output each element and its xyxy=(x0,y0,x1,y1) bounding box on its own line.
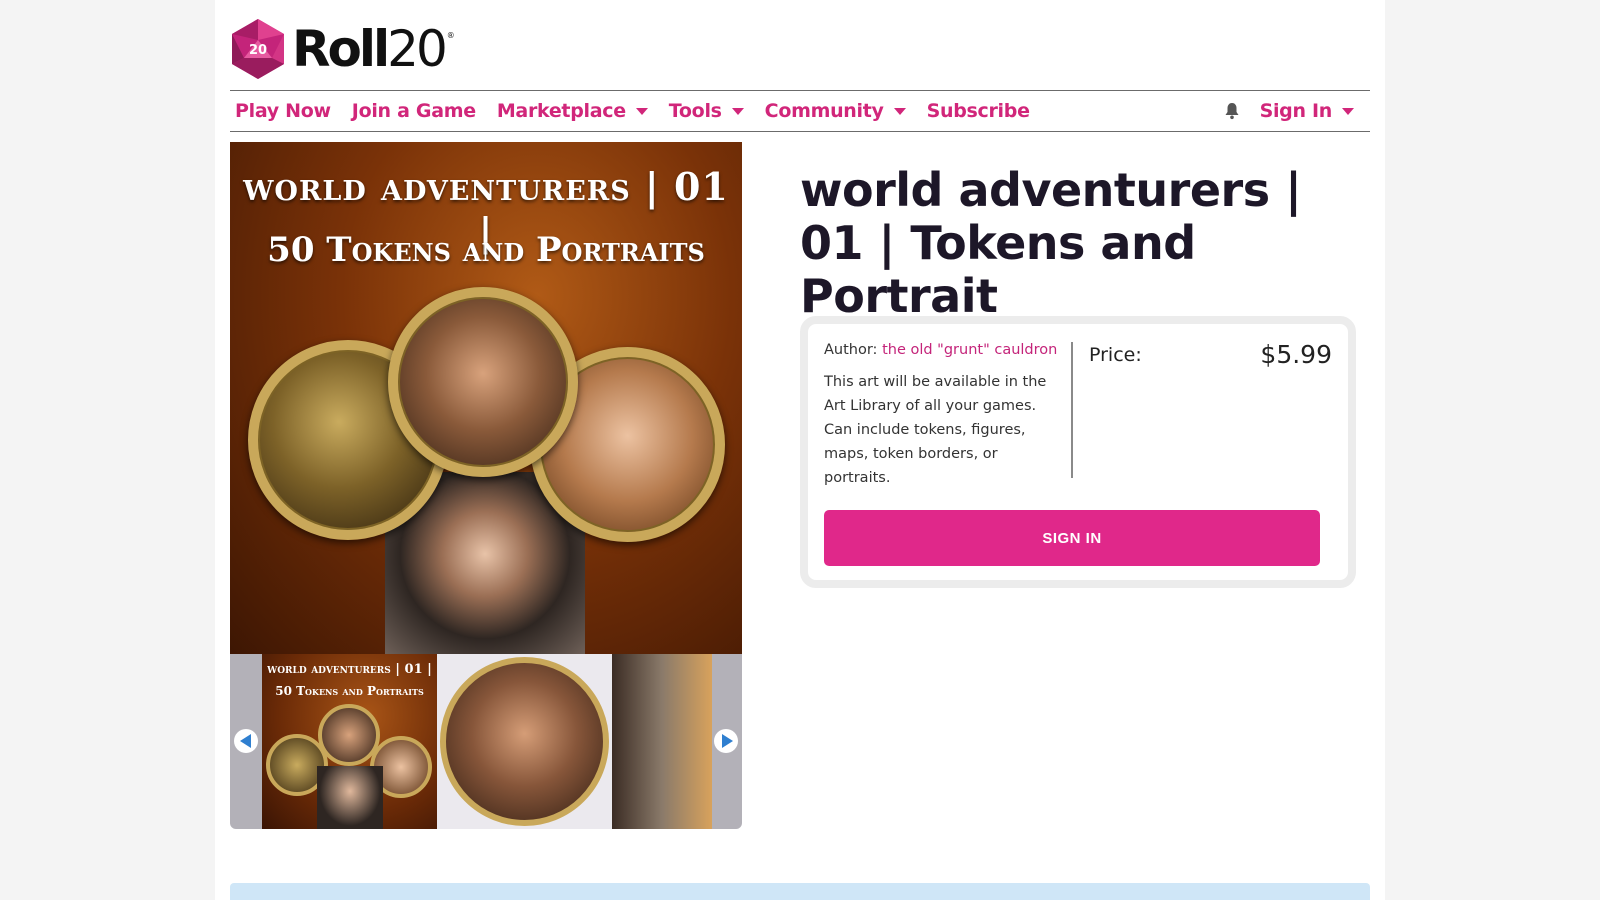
carousel-prev-button[interactable] xyxy=(234,729,258,753)
product-description: This art will be available in the Art Li… xyxy=(824,374,1047,486)
die-number: 20 xyxy=(249,43,267,58)
nav-item-play-now[interactable]: Play Now xyxy=(235,100,331,122)
product-title: world adventurers | 01 | Tokens and Port… xyxy=(800,163,1302,323)
nav-item-label: Play Now xyxy=(235,100,331,122)
nav-right: Sign In xyxy=(1223,100,1370,122)
sign-in-button[interactable]: SIGN IN xyxy=(824,510,1320,566)
thumbnail-3[interactable] xyxy=(612,654,712,829)
arrow-right-icon xyxy=(721,734,733,748)
chevron-down-icon xyxy=(731,107,744,115)
d20-logo-icon: 20 xyxy=(232,19,284,79)
nav-item-community[interactable]: Community xyxy=(765,100,906,122)
thumb-title-line1: world adventurers | 01 | xyxy=(267,662,432,677)
logo-word-bold: Roll xyxy=(292,20,390,78)
thumbnail-carousel: world adventurers | 01 | 50 Tokens and P… xyxy=(230,654,742,829)
price-label: Price: xyxy=(1089,344,1142,366)
nav-item-subscribe[interactable]: Subscribe xyxy=(927,100,1030,122)
thumbnail-2[interactable] xyxy=(437,654,612,829)
hero-title-line2: 50 Tokens and Portraits xyxy=(267,230,705,270)
product-main-image[interactable]: world adventurers | 01 | 50 Tokens and P… xyxy=(230,142,742,654)
bell-icon[interactable] xyxy=(1223,102,1241,120)
nav-item-label: Marketplace xyxy=(496,100,626,122)
nav-item-marketplace[interactable]: Marketplace xyxy=(497,100,648,122)
nav-item-label: Subscribe xyxy=(926,100,1030,122)
nav-item-tools[interactable]: Tools xyxy=(669,100,744,122)
nav-sign-in[interactable]: Sign In xyxy=(1260,100,1354,122)
arrow-left-icon xyxy=(239,734,251,748)
thumb-title-line2: 50 Tokens and Portraits xyxy=(275,684,424,698)
purchase-card: Author: the old "grunt" cauldron This ar… xyxy=(800,316,1356,588)
card-divider xyxy=(1071,342,1073,478)
chevron-down-icon xyxy=(1342,107,1354,115)
logo-word-thin: 20 xyxy=(387,20,448,78)
author-link[interactable]: the old "grunt" cauldron xyxy=(882,342,1057,358)
thumbnail-1[interactable]: world adventurers | 01 | 50 Tokens and P… xyxy=(262,654,437,829)
chevron-down-icon xyxy=(635,107,648,115)
registered-mark: ® xyxy=(446,31,455,40)
info-banner xyxy=(230,883,1370,900)
logo-wordmark: Roll20 ® xyxy=(292,24,455,74)
nav-item-label: Community xyxy=(764,100,884,122)
nav-item-label: Tools xyxy=(668,100,722,122)
main-nav: Play Now Join a Game Marketplace Tools Commu… xyxy=(230,90,1370,132)
roll20-logo[interactable]: 20 Roll20 ® xyxy=(230,18,455,80)
author-line: Author: the old "grunt" cauldron xyxy=(824,342,1064,358)
mini-hooded-portrait xyxy=(317,766,383,829)
carousel-next-button[interactable] xyxy=(714,729,738,753)
warrior-token xyxy=(388,287,578,477)
nav-sign-in-label: Sign In xyxy=(1259,100,1333,122)
nav-item-join-a-game[interactable]: Join a Game xyxy=(352,100,476,122)
chevron-down-icon xyxy=(893,107,906,115)
warrior-coin-token xyxy=(440,657,609,826)
nav-left: Play Now Join a Game Marketplace Tools Commu… xyxy=(230,100,1046,122)
author-label: Author: xyxy=(824,342,878,358)
page-container: 20 Roll20 ® Play Now Join a Game Marketplac… xyxy=(215,0,1385,900)
price-value: $5.99 xyxy=(1260,340,1332,369)
nav-item-label: Join a Game xyxy=(351,100,476,122)
product-details: Author: the old "grunt" cauldron This ar… xyxy=(824,342,1064,490)
